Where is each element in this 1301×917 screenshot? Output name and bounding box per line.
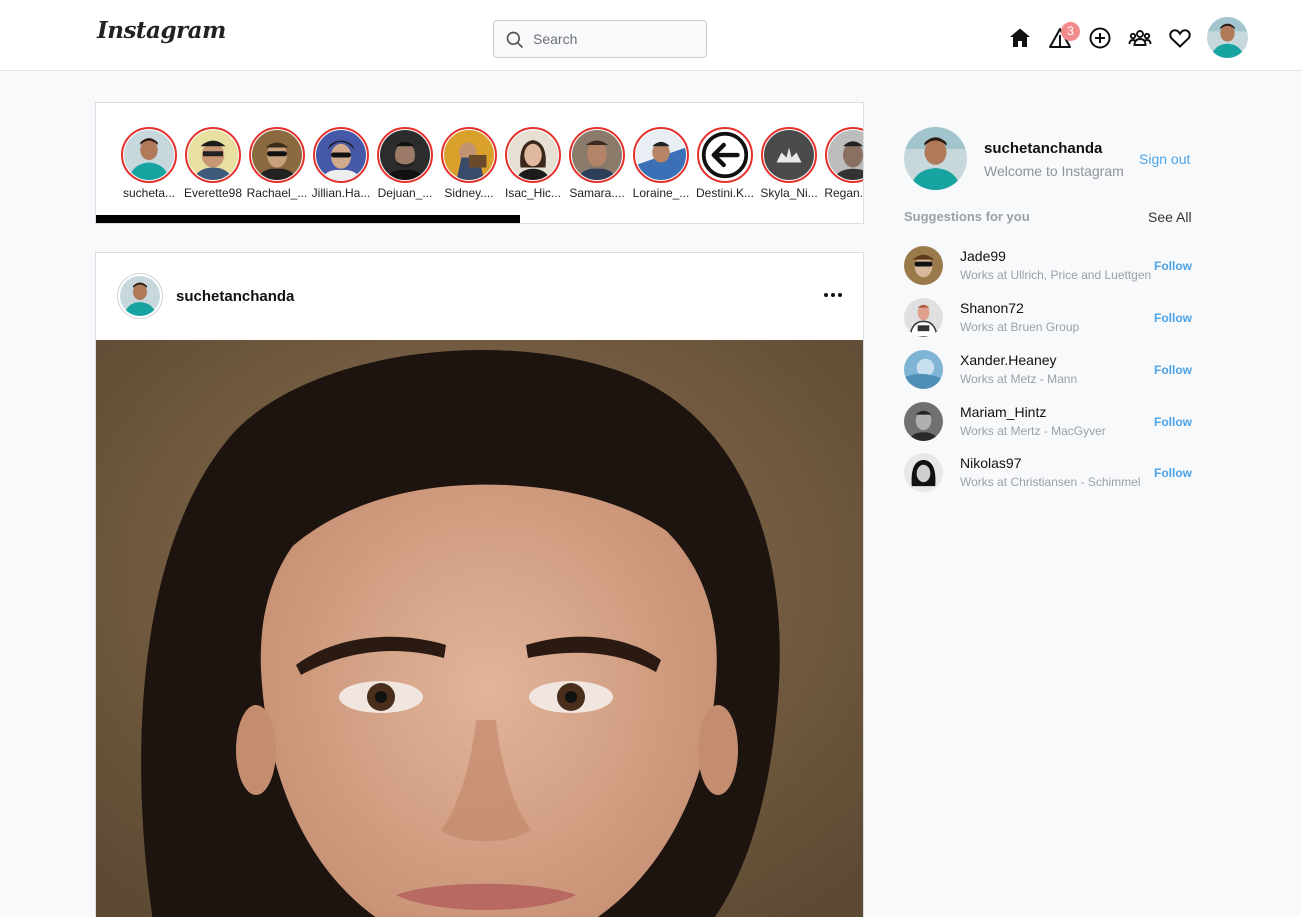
suggestion-workplace: Works at Bruen Group — [960, 320, 1080, 334]
story-item[interactable]: sucheta... — [121, 127, 177, 200]
search-box[interactable] — [493, 20, 707, 58]
story-item[interactable]: Isac_Hic... — [505, 127, 561, 200]
post-author-username[interactable]: suchetanchanda — [176, 288, 294, 305]
story-avatar-icon — [508, 130, 558, 180]
suggestion-item: Mariam_Hintz Works at Mertz - MacGyver F… — [904, 402, 1194, 442]
story-avatar-icon — [572, 130, 622, 180]
story-item[interactable]: Destini.K... — [695, 127, 755, 200]
follow-button[interactable]: Follow — [1154, 415, 1192, 429]
suggestion-avatar[interactable] — [904, 246, 943, 285]
story-item[interactable]: Samara.... — [569, 127, 625, 200]
suggestion-username[interactable]: Xander.Heaney — [960, 352, 1057, 368]
post-image[interactable] — [96, 340, 863, 917]
story-item[interactable]: Rachael_... — [246, 127, 308, 200]
suggestion-avatar[interactable] — [904, 402, 943, 441]
search-input[interactable] — [533, 29, 693, 49]
story-avatar-icon — [380, 130, 430, 180]
suggestion-avatar[interactable] — [904, 350, 943, 389]
story-username: Jillian.Ha... — [311, 186, 371, 200]
suggestion-avatar[interactable] — [904, 298, 943, 337]
story-username: Skyla_Ni... — [760, 186, 818, 200]
current-user-avatar[interactable] — [904, 127, 967, 190]
suggestion-workplace: Works at Metz - Mann — [960, 372, 1078, 386]
stories-bar[interactable]: sucheta... Everette98 Rachael_... Jillia… — [95, 102, 864, 224]
add-post-icon[interactable] — [1088, 26, 1112, 50]
suggestion-username[interactable]: Jade99 — [960, 248, 1006, 264]
suggestion-workplace: Works at Mertz - MacGyver — [960, 424, 1106, 438]
user-photo-icon — [904, 350, 943, 389]
user-photo-icon — [904, 402, 943, 441]
welcome-text: Welcome to Instagram — [984, 163, 1124, 179]
user-photo-icon — [904, 127, 967, 190]
story-item[interactable]: Loraine_... — [633, 127, 689, 200]
story-avatar-icon — [124, 130, 174, 180]
story-username: Everette98 — [183, 186, 243, 200]
suggestion-item: Jade99 Works at Ullrich, Price and Luett… — [904, 246, 1194, 286]
see-all-link[interactable]: See All — [1148, 209, 1192, 225]
user-photo-icon — [120, 276, 160, 316]
story-item[interactable]: Everette98 — [183, 127, 243, 200]
suggestion-workplace: Works at Christiansen - Schimmel — [960, 475, 1141, 489]
heart-icon[interactable] — [1168, 26, 1192, 50]
user-photo-icon — [1207, 17, 1248, 58]
instagram-logo[interactable]: Instagram — [97, 17, 226, 44]
follow-button[interactable]: Follow — [1154, 363, 1192, 377]
suggestion-item: Shanon72 Works at Bruen Group Follow — [904, 298, 1194, 338]
story-username: sucheta... — [122, 186, 176, 200]
suggestion-username[interactable]: Nikolas97 — [960, 455, 1021, 471]
story-avatar-icon — [188, 130, 238, 180]
post-author-avatar[interactable] — [117, 273, 163, 319]
suggestion-item: Nikolas97 Works at Christiansen - Schimm… — [904, 453, 1194, 493]
follow-button[interactable]: Follow — [1154, 259, 1192, 273]
story-username: Destini.K... — [695, 186, 755, 200]
sign-out-link[interactable]: Sign out — [1139, 151, 1190, 167]
story-username: Sidney.... — [444, 186, 494, 200]
user-photo-icon — [904, 246, 943, 285]
current-user-name[interactable]: suchetanchanda — [984, 140, 1102, 157]
story-avatar-icon — [636, 130, 686, 180]
follow-button[interactable]: Follow — [1154, 311, 1192, 325]
top-header: Instagram 3 — [0, 0, 1301, 71]
post-card: suchetanchanda — [95, 252, 864, 917]
profile-avatar[interactable] — [1207, 17, 1248, 58]
people-icon[interactable] — [1128, 26, 1152, 50]
story-username: Samara.... — [569, 186, 625, 200]
story-item[interactable]: Jillian.Ha... — [311, 127, 371, 200]
suggestion-avatar[interactable] — [904, 453, 943, 492]
story-avatar-icon — [252, 130, 302, 180]
suggestion-username[interactable]: Shanon72 — [960, 300, 1024, 316]
suggestion-workplace: Works at Ullrich, Price and Luettgen — [960, 268, 1152, 282]
more-icon[interactable] — [822, 286, 844, 304]
story-username: Rachael_... — [246, 186, 308, 200]
search-icon — [506, 31, 524, 49]
notification-badge: 3 — [1061, 22, 1080, 41]
story-avatar-icon — [444, 130, 494, 180]
home-icon[interactable] — [1008, 26, 1032, 50]
suggestion-username[interactable]: Mariam_Hintz — [960, 404, 1046, 420]
user-photo-icon — [904, 298, 943, 337]
stories-scrollbar[interactable] — [96, 215, 520, 223]
story-username: Dejuan_... — [377, 186, 433, 200]
follow-button[interactable]: Follow — [1154, 466, 1192, 480]
suggestions-title: Suggestions for you — [904, 209, 1030, 224]
user-photo-icon — [904, 453, 943, 492]
story-item[interactable]: Regan.R... — [824, 127, 864, 200]
story-username: Loraine_... — [632, 186, 690, 200]
story-username: Regan.R... — [824, 186, 864, 200]
story-username: Isac_Hic... — [504, 186, 561, 200]
story-avatar-icon — [764, 130, 814, 180]
story-avatar-icon — [316, 130, 366, 180]
suggestion-item: Xander.Heaney Works at Metz - Mann Follo… — [904, 350, 1194, 390]
story-item[interactable]: Skyla_Ni... — [760, 127, 818, 200]
portrait-photo-icon — [96, 340, 863, 917]
story-avatar-icon — [828, 130, 863, 180]
story-back-arrow-icon — [700, 130, 750, 180]
story-item[interactable]: Dejuan_... — [377, 127, 433, 200]
story-item[interactable]: Sidney.... — [441, 127, 497, 200]
